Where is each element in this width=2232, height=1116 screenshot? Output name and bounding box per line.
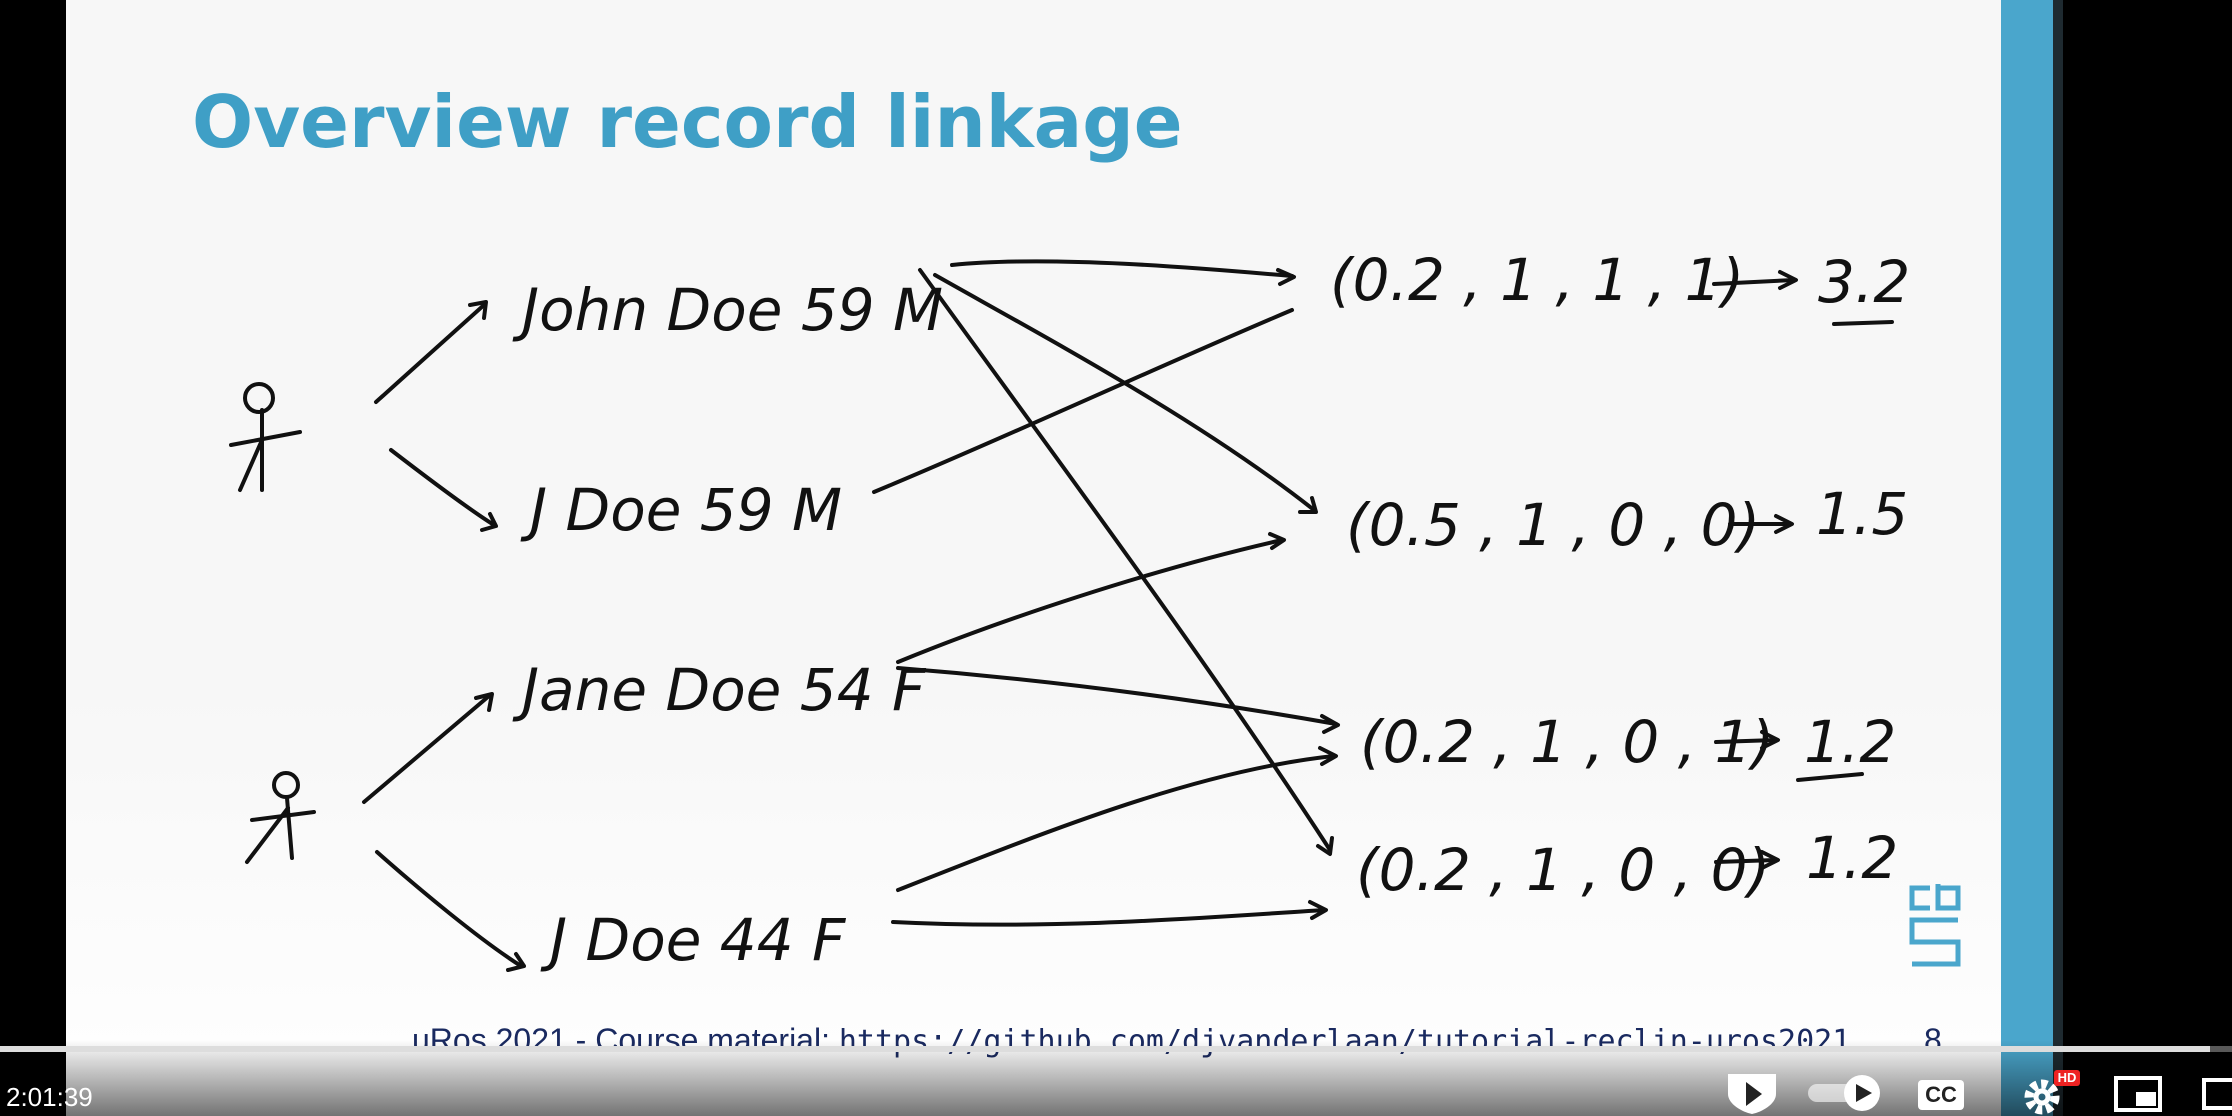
person-1-figure: [229, 382, 302, 492]
progress-bar[interactable]: [0, 1046, 2232, 1052]
score-2: 1.5: [1816, 480, 1908, 548]
vector-3: (0.2 , 1 , 0 , 1): [1360, 708, 1774, 776]
score-arrows: [1712, 270, 1894, 870]
record-2-label: J Doe 59 M: [520, 476, 842, 544]
vector-4: (0.2 , 1 , 0 , 0): [1356, 836, 1770, 904]
record-4-label: J Doe 44 F: [540, 906, 847, 974]
record-1-label: John Doe 59 M: [512, 276, 943, 344]
score-1: 3.2: [1818, 248, 1910, 316]
vector-1: (0.2 , 1 , 1 , 1): [1330, 246, 1744, 314]
handwritten-diagram: John Doe 59 M J Doe 59 M Jane Doe 54 F J…: [229, 246, 1910, 974]
cbs-logo: [1909, 884, 1961, 967]
shield-play-icon[interactable]: [1722, 1070, 1782, 1116]
progress-bar-fill: [0, 1046, 2210, 1052]
theater-mode-icon[interactable]: [2200, 1070, 2232, 1116]
time-display: 2:01:39: [6, 1082, 93, 1112]
record-3-label: Jane Doe 54 F: [512, 656, 927, 724]
pair-comparison-lines: [872, 259, 1340, 927]
person-record-arrows: [362, 300, 526, 972]
miniplayer-icon[interactable]: [2112, 1070, 2164, 1116]
person-2-figure: [245, 771, 316, 864]
vector-2: (0.5 , 1 , 0 , 0): [1346, 491, 1760, 559]
cc-button[interactable]: CC: [1918, 1080, 1964, 1110]
hd-badge: HD: [2054, 1070, 2080, 1086]
score-3: 1.2: [1804, 708, 1896, 776]
autoplay-toggle-icon[interactable]: [1804, 1070, 1884, 1116]
score-4: 1.2: [1806, 824, 1898, 892]
